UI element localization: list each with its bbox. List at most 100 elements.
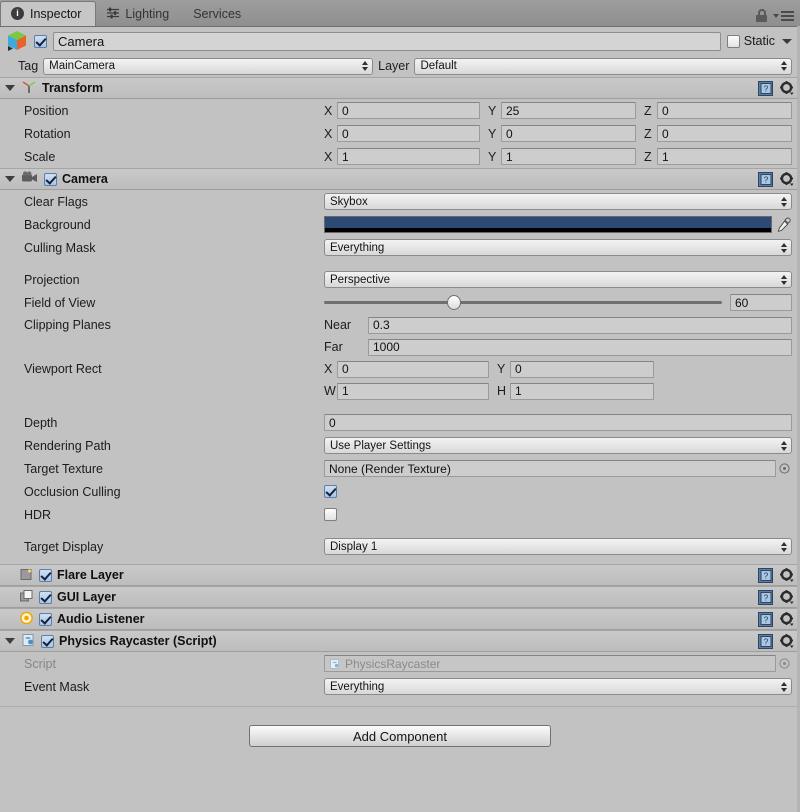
hdr-label: HDR (24, 507, 52, 522)
lock-icon[interactable] (756, 9, 767, 22)
object-picker-icon[interactable] (776, 463, 792, 474)
scale-y-input[interactable]: 1 (501, 148, 636, 165)
audio-listener-enabled-checkbox[interactable] (39, 612, 52, 626)
rotation-z-value: 0 (662, 126, 669, 141)
tab-services[interactable]: Services (183, 1, 255, 26)
target-texture-field[interactable]: None (Render Texture) (324, 460, 776, 477)
scale-z-input[interactable]: 1 (657, 148, 792, 165)
far-clip-value: 1000 (373, 340, 400, 354)
target-display-dropdown[interactable]: Display 1 (324, 538, 792, 555)
object-picker-icon[interactable] (776, 658, 792, 669)
near-clip-input[interactable]: 0.3 (368, 316, 792, 334)
svg-text:?: ? (764, 615, 769, 624)
field-of-view-input[interactable]: 60 (730, 294, 792, 311)
chevron-updown-icon (362, 61, 369, 71)
field-of-view-slider[interactable] (324, 294, 722, 311)
rotation-y-input[interactable]: 0 (501, 125, 636, 142)
clear-flags-value: Skybox (330, 195, 368, 208)
position-x-input[interactable]: 0 (337, 102, 480, 119)
help-book-icon[interactable]: ? (758, 567, 773, 583)
tag-dropdown[interactable]: MainCamera (43, 57, 374, 75)
gameobject-name-value: Camera (58, 33, 105, 49)
component-header-transform[interactable]: Transform ? (0, 77, 800, 99)
hamburger-menu-icon[interactable] (773, 10, 794, 21)
help-book-icon[interactable]: ? (758, 611, 773, 627)
axis-z-label: Z (644, 103, 652, 118)
help-book-icon[interactable]: ? (758, 171, 773, 187)
gear-icon[interactable] (780, 568, 794, 582)
expand-triangle-icon[interactable] (5, 176, 15, 182)
physics-raycaster-enabled-checkbox[interactable] (41, 634, 54, 648)
gear-icon[interactable] (780, 634, 794, 648)
gear-icon[interactable] (780, 172, 794, 186)
background-color-field[interactable] (324, 216, 772, 233)
viewport-y-input[interactable]: 0 (510, 360, 654, 378)
viewport-w-input[interactable]: 1 (337, 382, 489, 400)
camera-enabled-checkbox[interactable] (44, 172, 57, 186)
help-book-icon[interactable]: ? (758, 633, 773, 649)
rotation-x-input[interactable]: 0 (337, 125, 480, 142)
tab-lighting[interactable]: Lighting (96, 1, 183, 26)
component-header-physics-raycaster[interactable]: Physics Raycaster (Script) ? (0, 630, 800, 652)
chevron-updown-icon (781, 61, 787, 71)
tab-inspector[interactable]: i Inspector (0, 1, 97, 26)
axis-z-label: Z (644, 126, 652, 141)
component-header-camera[interactable]: Camera ? (0, 168, 800, 190)
component-header-flare-layer[interactable]: Flare Layer ? (0, 564, 800, 586)
help-book-icon[interactable]: ? (758, 80, 773, 96)
viewport-rect-xy-row: Viewport Rect X 0 Y 0 (0, 358, 800, 380)
info-icon: i (11, 7, 25, 21)
rendering-path-dropdown[interactable]: Use Player Settings (324, 437, 792, 454)
help-book-icon[interactable]: ? (758, 589, 773, 605)
position-y-input[interactable]: 25 (501, 102, 636, 119)
expand-triangle-icon[interactable] (5, 85, 15, 91)
axis-x-label: X (324, 126, 333, 141)
static-checkbox[interactable] (726, 34, 740, 48)
viewport-wh: W 1 H 1 (324, 382, 654, 400)
tab-bar-controls (756, 9, 800, 26)
header-actions: ? (758, 611, 794, 627)
script-label: Script (24, 656, 56, 671)
position-z-input[interactable]: 0 (657, 102, 792, 119)
component-header-audio-listener[interactable]: Audio Listener ? (0, 608, 800, 630)
slider-knob[interactable] (447, 295, 462, 310)
svg-text:?: ? (764, 84, 769, 93)
clear-flags-dropdown[interactable]: Skybox (324, 193, 792, 210)
transform-position-row: Position X 0 Y 25 Z 0 (0, 99, 800, 122)
viewport-x-value: 0 (342, 362, 349, 376)
occlusion-culling-checkbox[interactable] (324, 485, 337, 498)
event-mask-dropdown[interactable]: Everything (324, 678, 792, 695)
projection-row: Projection Perspective (0, 268, 800, 291)
add-component-button[interactable]: Add Component (249, 725, 551, 747)
culling-mask-dropdown[interactable]: Everything (324, 239, 792, 256)
layer-value: Default (420, 60, 457, 72)
target-texture-value: None (Render Texture) (329, 461, 451, 476)
depth-input[interactable]: 0 (324, 414, 792, 431)
occlusion-culling-label: Occlusion Culling (24, 484, 121, 499)
flare-layer-enabled-checkbox[interactable] (39, 568, 52, 582)
rotation-z-input[interactable]: 0 (657, 125, 792, 142)
expand-triangle-icon[interactable] (5, 638, 15, 644)
rendering-path-label: Rendering Path (24, 438, 111, 453)
gui-layer-enabled-checkbox[interactable] (39, 590, 52, 604)
axis-y-label: Y (488, 103, 497, 118)
projection-dropdown[interactable]: Perspective (324, 271, 792, 288)
eyedropper-icon[interactable] (776, 217, 792, 233)
gear-icon[interactable] (780, 81, 794, 95)
layer-dropdown[interactable]: Default (414, 57, 792, 75)
viewport-h-input[interactable]: 1 (510, 382, 654, 400)
hdr-checkbox[interactable] (324, 508, 337, 521)
component-header-gui-layer[interactable]: GUI Layer ? (0, 586, 800, 608)
scale-x-input[interactable]: 1 (337, 148, 480, 165)
camera-title: Camera (62, 172, 108, 186)
gameobject-name-input[interactable]: Camera (53, 31, 721, 51)
viewport-x-input[interactable]: 0 (337, 360, 489, 378)
gameobject-enabled-checkbox[interactable] (34, 34, 47, 48)
svg-text:?: ? (764, 593, 769, 602)
scale-y-value: 1 (506, 149, 513, 164)
static-dropdown-caret-icon[interactable] (782, 38, 792, 44)
far-clip-input[interactable]: 1000 (368, 338, 792, 356)
gear-icon[interactable] (780, 590, 794, 604)
gear-icon[interactable] (780, 612, 794, 626)
header-actions: ? (758, 171, 794, 187)
